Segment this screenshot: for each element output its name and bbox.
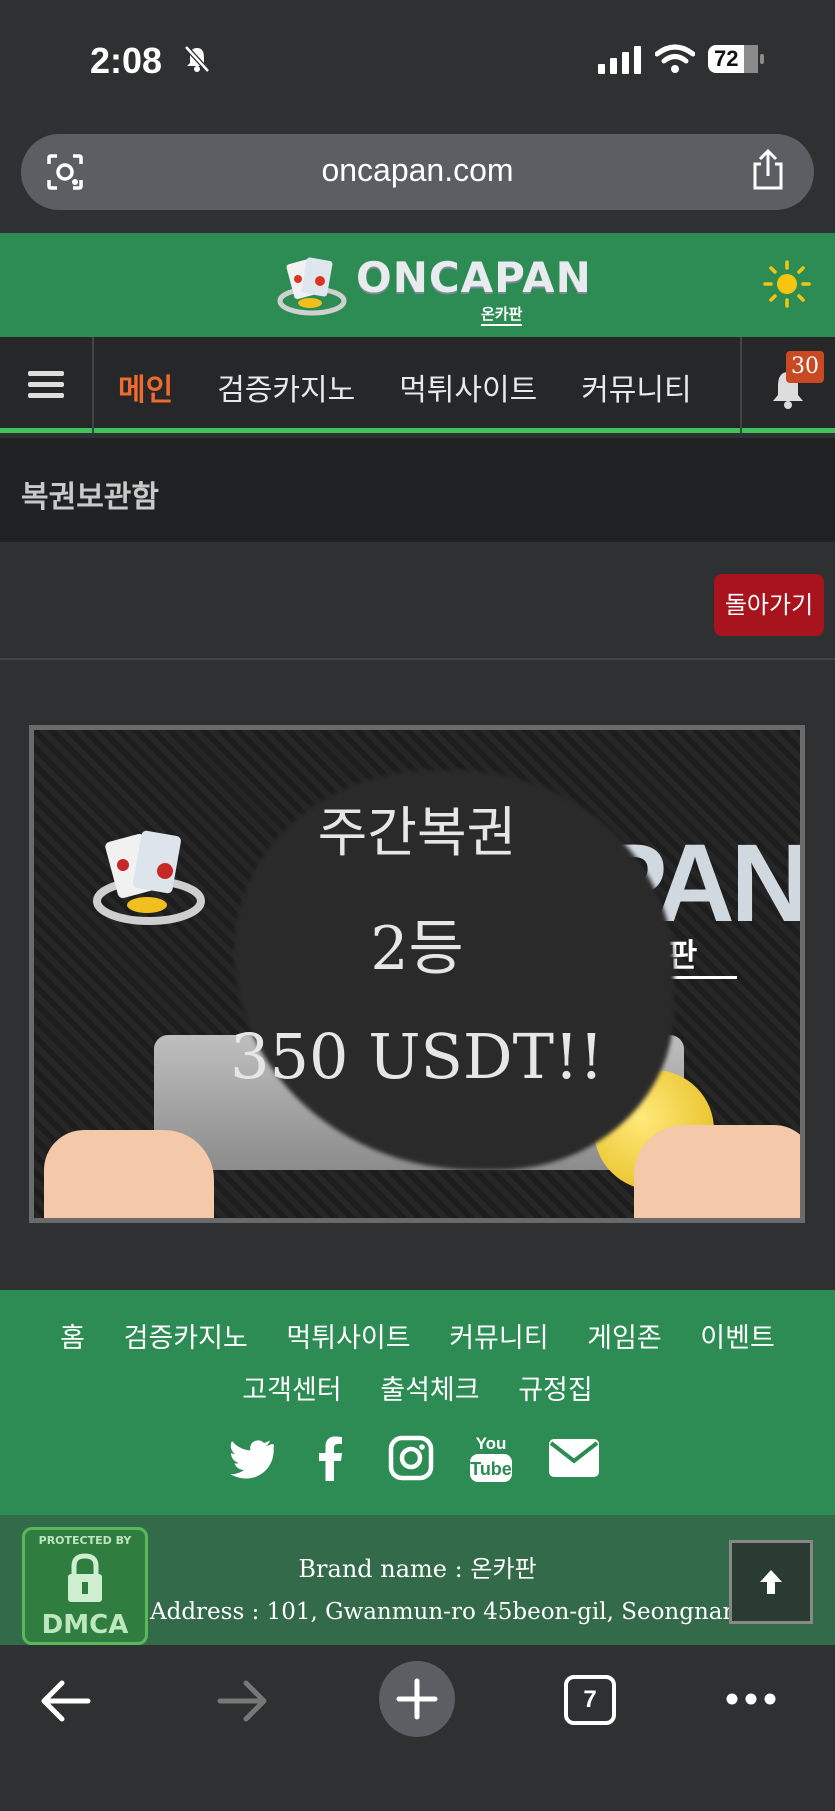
site-logo[interactable]: ONCAPAN 온카판 (276, 247, 591, 326)
dmca-label-top: PROTECTED BY (38, 1534, 132, 1547)
prize-rank: 2등 (370, 914, 464, 984)
left-hand-image (44, 1130, 214, 1218)
new-tab-button[interactable] (379, 1661, 455, 1737)
svg-text:You: You (476, 1434, 507, 1453)
youtube-icon[interactable]: You Tube (468, 1432, 514, 1484)
site-header: ONCAPAN 온카판 (0, 233, 835, 337)
dmca-label: DMCA (41, 1610, 129, 1640)
arrow-up-icon (760, 1570, 782, 1594)
footer-link-events[interactable]: 이벤트 (700, 1323, 775, 1354)
facebook-icon[interactable] (308, 1435, 354, 1481)
browser-toolbar: 7 (0, 1645, 835, 1811)
logo-cards-icon (277, 257, 347, 316)
footer-link-verified-casino[interactable]: 검증카지노 (124, 1323, 248, 1354)
footer-link-attendance[interactable]: 출석체크 (380, 1375, 479, 1406)
back-arrow-icon[interactable] (40, 1679, 92, 1723)
share-icon[interactable] (748, 148, 788, 192)
footer-link-scam-sites[interactable]: 먹튀사이트 (286, 1323, 410, 1354)
tab-count: 7 (583, 1686, 597, 1713)
nav-item-verified-casino[interactable]: 검증카지노 (217, 365, 355, 409)
theme-toggle-sun-icon[interactable] (762, 259, 812, 309)
footer-links-row2: 고객센터 출석체크 규정집 (0, 1368, 835, 1407)
brand-name: Brand name : 온카판 (298, 1555, 537, 1583)
battery-level: 72 (714, 46, 739, 71)
tabs-button[interactable]: 7 (564, 1675, 616, 1725)
nav-item-scam-sites[interactable]: 먹튀사이트 (399, 365, 537, 409)
footer-link-community[interactable]: 커뮤니티 (449, 1323, 548, 1354)
instagram-icon[interactable] (388, 1435, 434, 1481)
address-bar[interactable]: oncapan.com (21, 134, 814, 210)
prize-amount: 350 USDT!! (230, 1020, 604, 1093)
address: Address : 101, Gwanmun-ro 45beon-gil, Se… (150, 1599, 753, 1625)
dmca-badge[interactable]: PROTECTED BY DMCA (22, 1527, 148, 1645)
back-button[interactable]: 돌아가기 (714, 574, 824, 636)
logo-text: ONCAPAN (356, 253, 592, 302)
footer-link-home[interactable]: 홈 (60, 1323, 85, 1354)
signal-icon (598, 46, 641, 74)
footer-link-game-zone[interactable]: 게임존 (587, 1323, 662, 1354)
footer-link-rules[interactable]: 규정집 (518, 1375, 593, 1406)
notifications-button[interactable]: 30 (740, 337, 835, 433)
status-bar: 2:08 72 (0, 0, 835, 120)
site-footer: 홈 검증카지노 먹튀사이트 커뮤니티 게임존 이벤트 고객센터 출석체크 규정집… (0, 1290, 835, 1515)
hamburger-icon (28, 371, 64, 398)
footer-info: PROTECTED BY DMCA Brand name : 온카판 Addre… (0, 1515, 835, 1645)
footer-link-support[interactable]: 고객센터 (242, 1375, 341, 1406)
lottery-ticket-image[interactable]: PAN 온카판 주간복권 2등 350 USDT!! (29, 725, 805, 1223)
prize-title: 주간복권 (317, 801, 517, 864)
plus-icon (396, 1678, 438, 1720)
forward-arrow-icon[interactable] (216, 1679, 268, 1723)
nav-item-main[interactable]: 메인 (118, 365, 173, 409)
scroll-top-button[interactable] (729, 1540, 813, 1624)
logo-subtext: 온카판 (481, 303, 523, 326)
main-nav: 메인 검증카지노 먹튀사이트 커뮤니티 30 (0, 337, 835, 433)
right-hand-image (634, 1125, 800, 1218)
footer-links-row1: 홈 검증카지노 먹튀사이트 커뮤니티 게임존 이벤트 (0, 1316, 835, 1355)
page-title: 복권보관함 (21, 480, 159, 515)
nav-item-community[interactable]: 커뮤니티 (581, 365, 691, 409)
url-text[interactable]: oncapan.com (21, 152, 814, 189)
menu-button[interactable] (0, 337, 94, 433)
twitter-icon[interactable] (228, 1435, 274, 1481)
svg-text:Tube: Tube (470, 1459, 512, 1479)
wifi-icon (655, 44, 695, 73)
action-row (0, 542, 835, 660)
bell-off-icon (184, 45, 210, 73)
social-links: You Tube (228, 1432, 600, 1484)
status-time: 2:08 (90, 40, 163, 81)
notification-badge: 30 (786, 351, 824, 383)
more-options-icon[interactable] (724, 1689, 778, 1709)
battery-icon: 72 (708, 44, 764, 74)
mail-icon[interactable] (548, 1435, 600, 1481)
page-title-bar: 복권보관함 (0, 438, 835, 542)
